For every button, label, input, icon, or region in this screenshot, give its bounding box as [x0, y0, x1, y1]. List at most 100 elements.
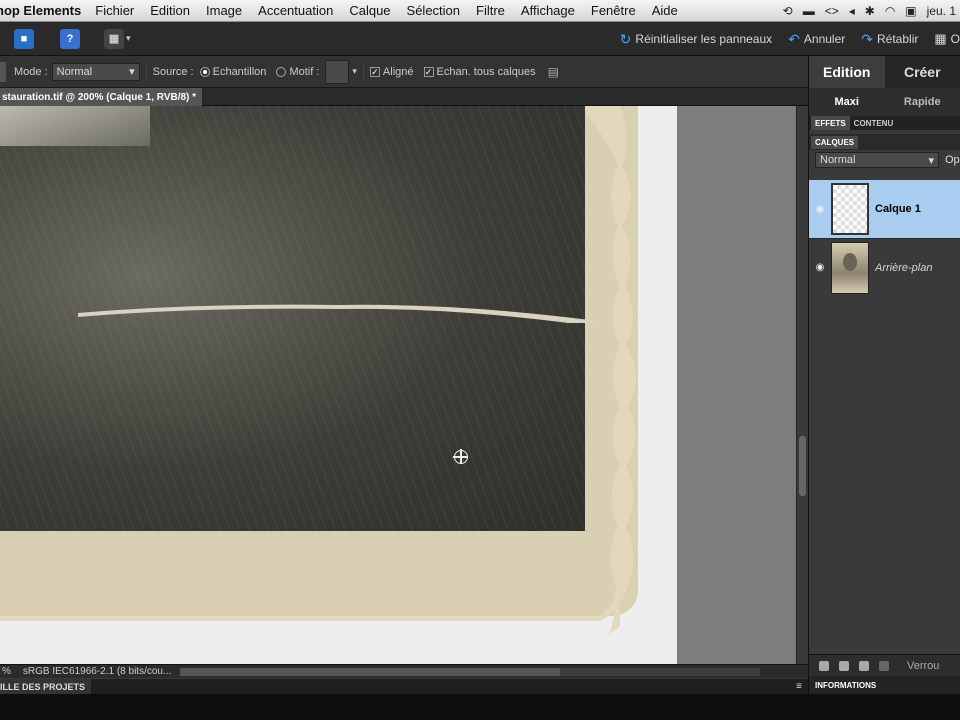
app-name[interactable]: hop Elements — [0, 3, 81, 18]
aligned-checkbox[interactable]: ✓ Aligné — [369, 65, 414, 78]
reset-panels-label: Réinitialiser les panneaux — [635, 32, 773, 46]
source-pattern-label: Motif : — [289, 65, 320, 78]
zoom-readout[interactable]: % — [2, 666, 11, 677]
info-panel-header[interactable]: INFORMATIONS — [809, 676, 960, 694]
photo-deckled-border — [0, 106, 638, 636]
project-bin-bar: ILLE DES PROJETS ≡ — [0, 678, 808, 695]
adjustment-layer-icon[interactable] — [859, 660, 869, 671]
source-sample-label: Echantillon — [212, 65, 267, 78]
new-layer-icon[interactable] — [819, 660, 829, 671]
undo-label: Annuler — [803, 32, 846, 46]
vertical-scrollbar[interactable] — [796, 106, 808, 664]
eye-icon[interactable]: ◉ — [809, 262, 831, 273]
horizontal-scrollbar[interactable] — [180, 668, 760, 676]
divider — [362, 61, 364, 82]
menu-filtre[interactable]: Filtre — [476, 3, 505, 18]
clock[interactable]: jeu. 1 — [927, 4, 956, 18]
options-grip — [0, 61, 6, 82]
vertical-scroll-thumb[interactable] — [799, 436, 806, 496]
layers-controls: Normal ▾ Op — [809, 150, 960, 170]
checkmark-icon: ✓ — [369, 66, 380, 77]
menu-fichier[interactable]: Fichier — [95, 3, 134, 18]
dock-area — [0, 694, 960, 720]
menu-aide[interactable]: Aide — [652, 3, 678, 18]
tab-rapide[interactable]: Rapide — [885, 88, 960, 116]
reset-panels-button[interactable]: ↻ Réinitialiser les panneaux — [620, 31, 772, 48]
menu-image[interactable]: Image — [206, 3, 242, 18]
bluetooth-icon[interactable]: ✱ — [865, 4, 875, 18]
mode-label: Mode : — [14, 65, 48, 78]
link-icon[interactable] — [879, 660, 889, 671]
menu-edition[interactable]: Edition — [150, 3, 190, 18]
save-icon[interactable]: ■ — [14, 28, 34, 49]
document-tab-title: stauration.tif @ 200% (Calque 1, RVB/8) … — [2, 91, 197, 103]
blend-mode-value: Normal — [820, 154, 856, 166]
pattern-swatch[interactable] — [325, 59, 350, 84]
blend-mode-select[interactable]: Normal ▾ — [815, 152, 939, 168]
display-icon[interactable]: ▬ — [803, 4, 815, 18]
overlay-icon[interactable]: ▤ — [548, 65, 559, 79]
layers-panel-title[interactable]: CALQUES — [811, 135, 859, 149]
tab-creer[interactable]: Créer — [885, 56, 960, 88]
menu-fenetre[interactable]: Fenêtre — [591, 3, 636, 18]
organizer-button[interactable]: ▦ O — [934, 31, 960, 47]
wifi-icon[interactable]: ◠ — [885, 4, 895, 18]
layer-name: Calque 1 — [875, 203, 921, 215]
undo-icon: ↶ — [788, 30, 800, 47]
chevron-down-icon: ▾ — [928, 154, 934, 167]
menu-bar: hop Elements Fichier Edition Image Accen… — [0, 0, 960, 22]
panel-tabs: EFFETS CONTENU — [809, 116, 960, 130]
redo-label: Rétablir — [877, 32, 919, 46]
organizer-label: O — [950, 32, 960, 46]
aligned-label: Aligné — [382, 65, 414, 78]
menu-calque[interactable]: Calque — [349, 3, 390, 18]
layout-chevron-down-icon[interactable]: ▾ — [126, 33, 131, 44]
photo-tear-damage — [78, 304, 598, 323]
tab-edition[interactable]: Edition — [809, 56, 885, 88]
menu-status-area: ⟲ ▬ <> ◂ ✱ ◠ ▣ jeu. 1 — [783, 0, 960, 21]
canvas-background — [0, 106, 677, 664]
tab-contenu[interactable]: CONTENU — [850, 116, 898, 130]
redo-button[interactable]: ↷ Rétablir — [861, 31, 918, 48]
menu-accentuation[interactable]: Accentuation — [258, 3, 333, 18]
photo-collar-region — [0, 106, 150, 146]
layer-row-selected[interactable]: ◉ Calque 1 — [809, 180, 960, 238]
project-bin-label[interactable]: ILLE DES PROJETS — [0, 678, 92, 695]
menu-selection[interactable]: Sélection — [407, 3, 460, 18]
mode-select[interactable]: Normal ▾ — [51, 62, 140, 81]
document-tab[interactable]: stauration.tif @ 200% (Calque 1, RVB/8) … — [0, 88, 203, 106]
new-group-icon[interactable] — [839, 660, 849, 671]
document-tabs: stauration.tif @ 200% (Calque 1, RVB/8) … — [0, 88, 808, 106]
panel-bin: Edition Créer Maxi Rapide EFFETS CONTENU… — [808, 56, 960, 694]
menu-affichage[interactable]: Affichage — [521, 3, 575, 18]
tab-effets[interactable]: EFFETS — [811, 116, 850, 130]
source-sample-radio[interactable]: Echantillon — [199, 65, 267, 78]
layer-thumbnail — [831, 183, 869, 235]
panel-menu-icon[interactable]: ≡ — [796, 681, 802, 692]
checkmark-icon: ✓ — [423, 66, 434, 77]
tool-options-bar: Mode : Normal ▾ Source : Echantillon Mot… — [0, 56, 808, 88]
image-canvas[interactable] — [0, 106, 796, 664]
opacity-label: Op — [945, 154, 960, 166]
tab-maxi[interactable]: Maxi — [809, 88, 885, 116]
time-machine-icon[interactable]: ⟲ — [783, 4, 793, 18]
code-icon[interactable]: <> — [825, 4, 839, 18]
volume-icon[interactable]: ◂ — [849, 4, 855, 18]
layout-icon[interactable]: ▦ — [104, 28, 124, 49]
workspace-mode-tabs: Edition Créer — [809, 56, 960, 88]
redo-icon: ↷ — [861, 30, 873, 47]
photo-content — [0, 106, 598, 531]
help-icon[interactable]: ? — [60, 28, 80, 49]
horizontal-scroll-thumb[interactable] — [180, 668, 560, 676]
color-profile: sRGB IEC61966-2.1 (8 bits/cou... — [22, 666, 172, 677]
edit-mode-tabs: Maxi Rapide — [809, 88, 960, 116]
source-pattern-radio[interactable]: Motif : — [276, 66, 319, 78]
undo-button[interactable]: ↶ Annuler — [788, 31, 845, 48]
eye-icon[interactable]: ◉ — [809, 204, 831, 215]
sample-all-layers-checkbox[interactable]: ✓ Echan. tous calques — [423, 66, 536, 78]
layer-row[interactable]: ◉ Arrière-plan — [809, 238, 960, 296]
input-menu-icon[interactable]: ▣ — [905, 4, 916, 18]
crosshair-cursor-icon — [453, 449, 468, 464]
radio-icon — [276, 66, 287, 77]
pattern-chevron-down-icon[interactable]: ▾ — [352, 66, 357, 77]
